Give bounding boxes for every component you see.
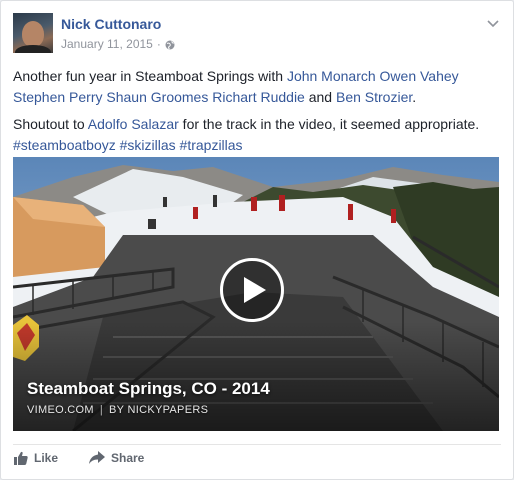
tag-stephen-perry[interactable]: Stephen Perry bbox=[13, 89, 103, 105]
tag-john-monarch[interactable]: John Monarch bbox=[287, 68, 376, 84]
post-text-period: . bbox=[412, 89, 417, 105]
meta-separator: · bbox=[156, 37, 161, 51]
tag-richart-ruddie[interactable]: Richart Ruddie bbox=[212, 89, 305, 105]
post-text-and: and bbox=[304, 89, 336, 105]
tag-ben-strozier[interactable]: Ben Strozier bbox=[336, 89, 412, 105]
shoutout-prefix: Shoutout to bbox=[13, 116, 88, 132]
video-byline: BY NICKYPAPERS bbox=[109, 404, 209, 416]
video-source-divider: | bbox=[99, 404, 104, 416]
avatar-face bbox=[22, 21, 44, 47]
post-date[interactable]: January 11, 2015 bbox=[61, 37, 153, 51]
actions-divider bbox=[13, 444, 501, 445]
author-name[interactable]: Nick Cuttonaro bbox=[61, 16, 161, 32]
play-icon bbox=[244, 277, 266, 303]
post-text: Another fun year in Steamboat Springs wi… bbox=[13, 66, 503, 162]
share-button[interactable]: Share bbox=[89, 451, 144, 465]
video-title[interactable]: Steamboat Springs, CO - 2014 bbox=[27, 379, 270, 399]
play-button[interactable] bbox=[220, 258, 284, 322]
chevron-down-icon[interactable] bbox=[487, 15, 499, 28]
post-card: Nick Cuttonaro January 11, 2015 · Anothe… bbox=[0, 0, 514, 480]
avatar[interactable] bbox=[13, 13, 53, 53]
share-arrow-icon bbox=[89, 451, 105, 464]
hashtag-skizillas[interactable]: #skizillas bbox=[120, 137, 176, 153]
globe-icon[interactable] bbox=[165, 39, 175, 50]
avatar-shirt bbox=[15, 45, 51, 53]
share-label: Share bbox=[111, 451, 145, 465]
hashtag-steamboatboyz[interactable]: #steamboatboyz bbox=[13, 137, 116, 153]
tag-owen-vahey[interactable]: Owen Vahey bbox=[380, 68, 459, 84]
hashtag-trapzillas[interactable]: #trapzillas bbox=[180, 137, 243, 153]
shoutout-suffix: for the track in the video, it seemed ap… bbox=[178, 116, 480, 132]
like-label: Like bbox=[34, 451, 59, 465]
thumbs-up-icon bbox=[14, 451, 28, 465]
video-source-domain[interactable]: VIMEO.COM bbox=[27, 404, 94, 416]
video-source: VIMEO.COM | BY NICKYPAPERS bbox=[27, 404, 208, 416]
post-text-prefix: Another fun year in Steamboat Springs wi… bbox=[13, 68, 287, 84]
post-line-2: Shoutout to Adolfo Salazar for the track… bbox=[13, 114, 503, 156]
like-button[interactable]: Like bbox=[14, 451, 58, 465]
post-line-1: Another fun year in Steamboat Springs wi… bbox=[13, 66, 503, 108]
tag-shaun-groomes[interactable]: Shaun Groomes bbox=[106, 89, 208, 105]
tag-adolfo-salazar[interactable]: Adolfo Salazar bbox=[88, 116, 179, 132]
video-player[interactable]: Steamboat Springs, CO - 2014 VIMEO.COM | B… bbox=[13, 157, 499, 431]
post-meta: January 11, 2015 · bbox=[61, 37, 175, 51]
